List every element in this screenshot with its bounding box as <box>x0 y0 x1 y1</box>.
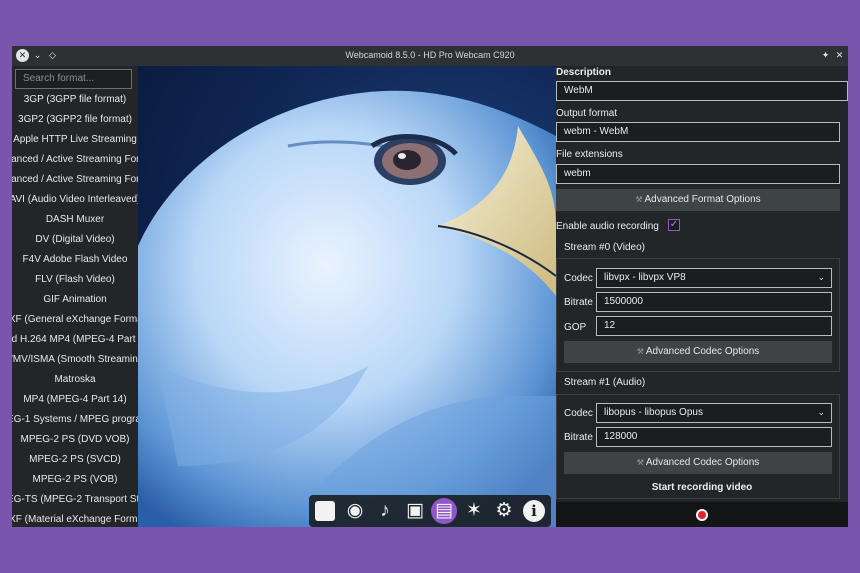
format-list-item[interactable]: FLV (Flash Video) <box>12 270 138 290</box>
format-sidebar: Search format... 3GP (3GPP file format) … <box>12 66 138 527</box>
stream0-gop-label: GOP <box>564 322 587 333</box>
record-button[interactable] <box>696 509 708 521</box>
format-list-item[interactable]: Advanced / Active Streaming Format <box>12 150 138 170</box>
format-list-item[interactable]: WMV/ISMA (Smooth Streaming) <box>12 350 138 370</box>
wrench-icon: ⚒ <box>636 347 644 356</box>
advanced-format-options-label: Advanced Format Options <box>644 194 761 205</box>
music-icon[interactable]: ♪ <box>372 498 398 524</box>
wrench-icon: ⚒ <box>636 458 644 467</box>
format-list-item[interactable]: GIF Animation <box>12 290 138 310</box>
format-list-item[interactable]: AVI (Audio Video Interleaved) <box>12 190 138 210</box>
stream1-bitrate-field[interactable]: 128000 <box>596 427 832 447</box>
stream0-codec-label: Codec <box>564 273 593 284</box>
format-list-item[interactable]: MPEG-TS (MPEG-2 Transport Stream) <box>12 490 138 510</box>
format-list-item[interactable]: MPEG-1 Systems / MPEG program stream <box>12 410 138 430</box>
format-list-item[interactable]: MP4 (MPEG-4 Part 14) <box>12 390 138 410</box>
stream0-bitrate-field[interactable]: 1500000 <box>596 292 832 312</box>
stream1-title: Stream #1 (Audio) <box>564 377 646 388</box>
start-recording-label: Start recording video <box>651 482 753 493</box>
info-icon[interactable]: i <box>521 498 547 524</box>
stream0-gop-field[interactable]: 12 <box>596 316 832 336</box>
title-bar: ✕ ⌄ ◇ Webcamoid 8.5.0 - HD Pro Webcam C9… <box>12 46 848 66</box>
chevron-down-icon: ⌄ <box>817 272 825 282</box>
search-format-input[interactable]: Search format... <box>15 69 132 89</box>
description-label: Description <box>556 67 612 78</box>
format-list-item[interactable]: iPod H.264 MP4 (MPEG-4 Part 14) <box>12 330 138 350</box>
format-list-item[interactable]: Apple HTTP Live Streaming <box>12 130 138 150</box>
stream1-codec-value: libopus - libopus Opus <box>604 407 703 418</box>
webcam-preview: ◉ ♪ ▣ ▤ ✶ ⚙ i <box>138 66 556 527</box>
stream0-advanced-codec-label: Advanced Codec Options <box>645 346 760 357</box>
stream0-codec-value: libvpx - libvpx VP8 <box>604 272 686 283</box>
stream1-codec-label: Codec <box>564 408 593 419</box>
film-icon[interactable]: ▤ <box>431 498 457 524</box>
gear-icon[interactable]: ⚙ <box>491 498 517 524</box>
format-list-item[interactable]: DV (Digital Video) <box>12 230 138 250</box>
recording-settings-panel: Description WebM Output format webm - We… <box>556 66 848 527</box>
bottom-toolbar: ◉ ♪ ▣ ▤ ✶ ⚙ i <box>309 495 551 527</box>
format-list-item[interactable]: GXF (General eXchange Format) <box>12 310 138 330</box>
camera-icon[interactable]: ▣ <box>402 498 428 524</box>
format-list: 3GP (3GPP file format) 3GP2 (3GPP2 file … <box>12 90 138 527</box>
stream0-advanced-codec-button[interactable]: ⚒ Advanced Codec Options <box>564 341 832 363</box>
app-window: ✕ ⌄ ◇ Webcamoid 8.5.0 - HD Pro Webcam C9… <box>12 46 848 527</box>
window-title: Webcamoid 8.5.0 - HD Pro Webcam C920 <box>345 50 515 60</box>
stream0-codec-select[interactable]: libvpx - libvpx VP8 ⌄ <box>596 268 832 288</box>
file-extensions-label: File extensions <box>556 149 623 160</box>
pin-window-button[interactable]: ✦ <box>819 49 832 62</box>
blank-icon[interactable] <box>312 498 338 524</box>
webcam-icon[interactable]: ◉ <box>342 498 368 524</box>
enable-audio-label: Enable audio recording <box>556 221 659 232</box>
chevron-down-icon: ⌄ <box>817 407 825 417</box>
format-list-item[interactable]: MXF (Material eXchange Format) <box>12 510 138 527</box>
format-list-item[interactable]: MPEG-2 PS (SVCD) <box>12 450 138 470</box>
enable-audio-checkbox[interactable]: ✓ <box>668 219 680 231</box>
stream1-bitrate-label: Bitrate <box>564 432 593 443</box>
output-format-label: Output format <box>556 108 618 119</box>
format-list-item[interactable]: F4V Adobe Flash Video <box>12 250 138 270</box>
wrench-icon: ⚒ <box>635 195 643 204</box>
stream1-codec-select[interactable]: libopus - libopus Opus ⌄ <box>596 403 832 423</box>
advanced-format-options-button[interactable]: ⚒ Advanced Format Options <box>556 189 840 211</box>
description-field[interactable]: WebM <box>556 81 848 101</box>
format-list-item[interactable]: MPEG-2 PS (VOB) <box>12 470 138 490</box>
format-list-item[interactable]: 3GP (3GPP file format) <box>12 90 138 110</box>
stream0-title: Stream #0 (Video) <box>564 242 645 253</box>
format-list-item[interactable]: DASH Muxer <box>12 210 138 230</box>
eagle-image <box>138 90 556 527</box>
format-list-item[interactable]: 3GP2 (3GPP2 file format) <box>12 110 138 130</box>
file-extensions-field[interactable]: webm <box>556 164 840 184</box>
close-window-right-button[interactable]: ✕ <box>833 49 846 62</box>
format-list-item[interactable]: Advanced / Active Streaming Format <box>12 170 138 190</box>
output-format-field[interactable]: webm - WebM <box>556 122 840 142</box>
format-list-item[interactable]: Matroska <box>12 370 138 390</box>
stream1-advanced-codec-label: Advanced Codec Options <box>645 457 760 468</box>
magic-wand-icon[interactable]: ✶ <box>461 498 487 524</box>
stream0-bitrate-label: Bitrate <box>564 297 593 308</box>
record-bar <box>556 502 848 527</box>
format-list-item[interactable]: MPEG-2 PS (DVD VOB) <box>12 430 138 450</box>
stream1-advanced-codec-button[interactable]: ⚒ Advanced Codec Options <box>564 452 832 474</box>
